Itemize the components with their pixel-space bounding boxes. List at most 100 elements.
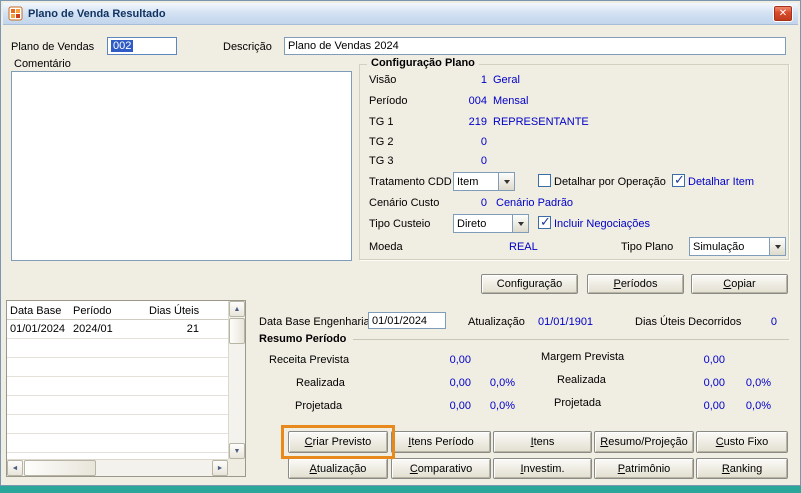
periodos-button-label: Períodos xyxy=(613,278,658,290)
custo-fixo-button[interactable]: Custo Fixo xyxy=(696,431,788,453)
periodo-text: Mensal xyxy=(493,95,529,107)
detalhar-item-checkbox[interactable] xyxy=(672,172,685,188)
visao-label: Visão xyxy=(369,74,397,86)
investim-button-label: Investim. xyxy=(520,462,565,475)
scroll-up-icon[interactable]: ▲ xyxy=(229,301,245,317)
receita-prevista-value: 0,00 xyxy=(449,354,471,366)
tg1-label: TG 1 xyxy=(369,116,394,128)
moeda-value: REAL xyxy=(509,241,538,253)
moeda-label: Moeda xyxy=(369,241,403,253)
vertical-scroll-thumb[interactable] xyxy=(229,318,245,344)
custo-fixo-button-label: Custo Fixo xyxy=(715,436,769,448)
tg1-code: 219 xyxy=(468,116,487,128)
plano-de-vendas-label: Plano de Vendas xyxy=(11,41,95,53)
itens-periodo-button[interactable]: Itens Período xyxy=(391,431,491,453)
tg2-label: TG 2 xyxy=(369,136,394,148)
margem-projetada-pct: 0,0% xyxy=(745,400,771,412)
chevron-down-icon[interactable] xyxy=(498,173,514,190)
data-base-engenharia-value: 01/01/2024 xyxy=(372,314,428,327)
ranking-button-label: Ranking xyxy=(721,462,763,475)
periodos-grid: Data Base Período Dias Úteis 01/01/2024 … xyxy=(6,300,246,477)
itens-button[interactable]: Itens xyxy=(493,431,592,453)
scroll-down-icon[interactable]: ▼ xyxy=(229,443,245,459)
incluir-negociacoes-checkbox[interactable] xyxy=(538,214,551,230)
dias-uteis-decorridos-label: Dias Úteis Decorridos xyxy=(635,316,742,328)
atualizacao-button[interactable]: Atualização xyxy=(288,458,388,479)
receita-projetada-label: Projetada xyxy=(295,400,343,412)
descricao-value: Plano de Vendas 2024 xyxy=(288,40,399,52)
comparativo-button[interactable]: Comparativo xyxy=(391,458,491,479)
copiar-button-label: Copiar xyxy=(723,278,756,290)
margem-prevista-value: 0,00 xyxy=(703,354,725,366)
receita-realizada-value: 0,00 xyxy=(449,377,471,389)
data-base-engenharia-label: Data Base Engenharia xyxy=(259,316,370,328)
tratamento-cdd-label: Tratamento CDD xyxy=(369,176,452,188)
horizontal-scrollbar[interactable]: ◄ ► xyxy=(7,459,228,476)
configuracao-button[interactable]: Configuração xyxy=(481,274,578,294)
configuracao-button-label: Configuração xyxy=(496,278,563,290)
close-icon: ✕ xyxy=(778,8,788,19)
investim-button[interactable]: Investim. xyxy=(493,458,592,479)
criar-previsto-button[interactable]: Criar Previsto xyxy=(288,431,388,453)
cell-dias-uteis: 21 xyxy=(186,323,199,335)
tipo-custeio-select[interactable]: Direto xyxy=(453,214,529,233)
patrimonio-button-label: Patrimônio xyxy=(617,462,671,475)
data-base-engenharia-input[interactable]: 01/01/2024 xyxy=(368,312,446,329)
scrollbar-corner xyxy=(228,459,245,476)
close-button[interactable]: ✕ xyxy=(773,5,793,22)
patrimonio-button[interactable]: Patrimônio xyxy=(594,458,694,479)
atualizacao-label: Atualização xyxy=(468,316,525,328)
itens-button-label: Itens xyxy=(530,436,555,448)
tipo-plano-select[interactable]: Simulação xyxy=(689,237,786,256)
comentario-textarea[interactable] xyxy=(11,71,352,261)
copiar-button[interactable]: Copiar xyxy=(691,274,788,294)
cell-data-base: 01/01/2024 xyxy=(10,323,66,335)
title-bar[interactable]: Plano de Venda Resultado ✕ xyxy=(3,3,798,25)
grid-header-data-base[interactable]: Data Base xyxy=(10,305,61,318)
cenario-custo-code: 0 xyxy=(480,197,487,209)
vertical-scrollbar[interactable]: ▲ ▼ xyxy=(228,301,245,459)
configuracao-plano-title: Configuração Plano xyxy=(367,57,479,69)
ranking-button[interactable]: Ranking xyxy=(696,458,788,479)
resumo-periodo-title: Resumo Período xyxy=(259,333,347,345)
table-row[interactable]: 01/01/2024 2024/01 21 xyxy=(7,320,228,338)
periodos-button[interactable]: Períodos xyxy=(587,274,684,294)
tipo-custeio-label: Tipo Custeio xyxy=(369,218,431,230)
scroll-left-icon[interactable]: ◄ xyxy=(7,460,23,476)
tipo-plano-label: Tipo Plano xyxy=(621,241,674,253)
app-icon xyxy=(8,6,23,21)
tipo-custeio-value: Direto xyxy=(457,217,487,230)
descricao-label: Descrição xyxy=(223,41,272,53)
detalhar-por-operacao-checkbox[interactable] xyxy=(538,174,551,187)
plano-de-vendas-value: 002 xyxy=(111,40,134,52)
periodo-code: 004 xyxy=(468,95,487,107)
detalhar-item-label: Detalhar Item xyxy=(688,176,755,188)
receita-projetada-pct: 0,0% xyxy=(489,400,515,412)
receita-realizada-label: Realizada xyxy=(296,377,345,389)
descricao-input[interactable]: Plano de Vendas 2024 xyxy=(284,37,786,55)
resumo-projecao-button[interactable]: Resumo/Projeção xyxy=(594,431,694,453)
tratamento-cdd-select[interactable]: Item xyxy=(453,172,515,191)
tg3-label: TG 3 xyxy=(369,155,394,167)
incluir-negociacoes-label: Incluir Negociações xyxy=(554,218,650,230)
scroll-right-icon[interactable]: ► xyxy=(212,460,228,476)
tg1-text: REPRESENTANTE xyxy=(493,116,589,128)
cell-periodo: 2024/01 xyxy=(73,323,113,335)
dialog-plano-venda-resultado: Plano de Venda Resultado ✕ Plano de Vend… xyxy=(0,0,801,486)
chevron-down-icon[interactable] xyxy=(512,215,528,232)
grid-header-periodo[interactable]: Período xyxy=(73,305,112,318)
comentario-label: Comentário xyxy=(14,58,71,70)
plano-de-vendas-input[interactable]: 002 xyxy=(107,37,177,55)
tratamento-cdd-value: Item xyxy=(457,175,479,188)
horizontal-scroll-thumb[interactable] xyxy=(24,460,96,476)
receita-projetada-value: 0,00 xyxy=(449,400,471,412)
comparativo-button-label: Comparativo xyxy=(409,462,473,475)
tg3-code: 0 xyxy=(480,155,487,167)
cenario-custo-text: Cenário Padrão xyxy=(496,197,574,209)
desktop-background: Plano de Venda Resultado ✕ Plano de Vend… xyxy=(0,0,801,493)
visao-code: 1 xyxy=(480,74,487,86)
margem-realizada-value: 0,00 xyxy=(703,377,725,389)
chevron-down-icon[interactable] xyxy=(769,238,785,255)
atualizacao-value: 01/01/1901 xyxy=(538,316,594,328)
grid-header-dias-uteis[interactable]: Dias Úteis xyxy=(149,305,199,318)
